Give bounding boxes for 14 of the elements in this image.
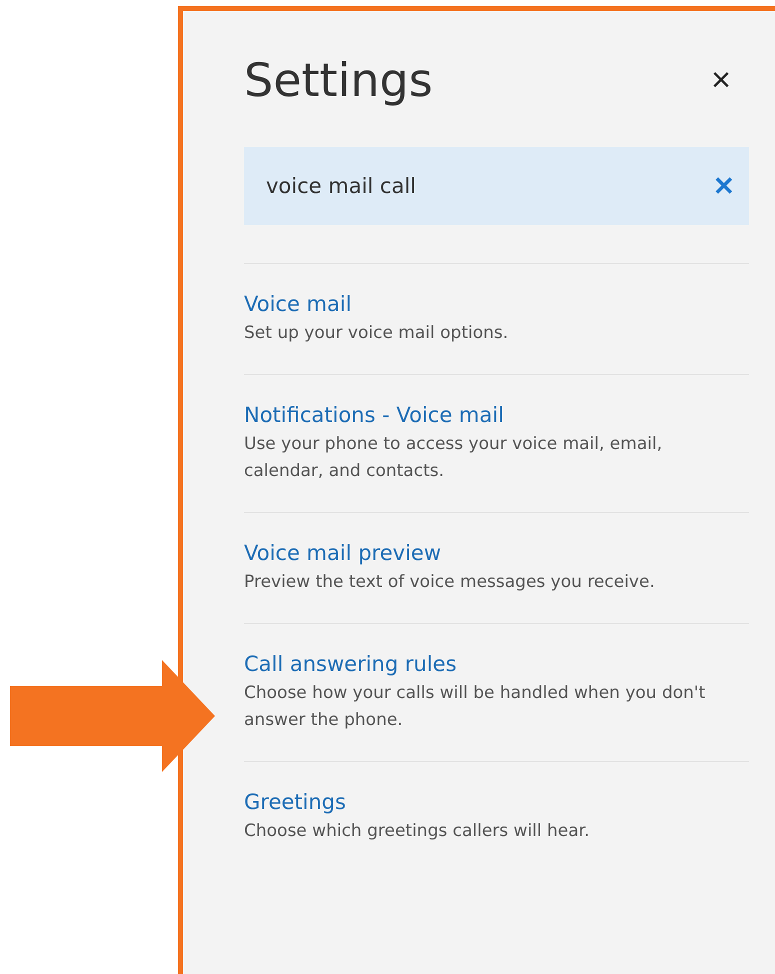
search-field[interactable]: voice mail call ✕ <box>244 147 749 225</box>
result-description: Use your phone to access your voice mail, email, calendar, and contacts. <box>244 433 664 483</box>
clear-button[interactable]: ✕ <box>713 170 735 202</box>
result-link[interactable]: Call answering rules <box>244 652 457 676</box>
result-link[interactable]: Notifications - Voice mail <box>244 403 504 428</box>
result-description: Preview the text of voice messages you receive. <box>244 571 655 594</box>
result-description: Choose which greetings callers will hear. <box>244 820 590 844</box>
close-button[interactable]: × <box>711 60 749 100</box>
result-description: Set up your voice mail options. <box>244 322 508 345</box>
result-link[interactable]: Voice mail preview <box>244 541 442 566</box>
result-link[interactable]: Voice mail <box>244 292 352 316</box>
result-description: Choose how your calls will be handled when you don't answer the phone. <box>244 682 706 732</box>
panel-title: Settings <box>244 53 433 107</box>
result-link[interactable]: Greetings <box>244 790 346 814</box>
